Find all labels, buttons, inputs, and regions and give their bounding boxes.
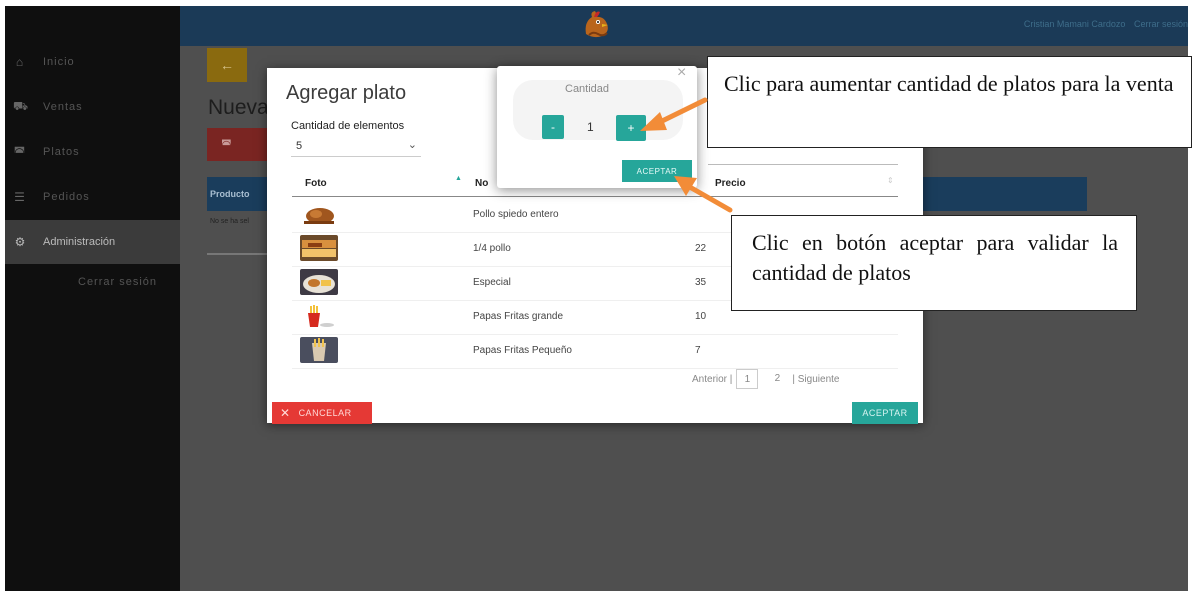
sort-icon: ⇕ [887,176,894,185]
page-size-value: 5 [296,140,303,152]
accept-button[interactable]: ACEPTAR [852,402,918,424]
rooster-logo-icon [585,11,608,38]
sidebar-item-ventas[interactable]: ⛟ Ventas [5,85,180,129]
pager-next[interactable]: | Siguiente [792,374,839,385]
quarter-chicken-thumbnail [300,235,338,261]
add-dish-button[interactable]: ◚ [207,128,273,161]
arrow-left-icon: ← [220,57,234,73]
dish-price: 10 [695,311,707,322]
page-size-select[interactable]: 5 ⌄ [291,136,421,157]
pagination: Anterior | 1 2 | Siguiente [692,368,839,390]
modal-title: Agregar plato [286,82,407,104]
sidebar-item-inicio[interactable]: ⌂ Inicio [5,40,180,84]
empty-table-message: No se ha sel [210,218,249,225]
back-button[interactable]: ← [207,48,247,82]
sidebar-logout-link[interactable]: Cerrar sesión [78,276,157,288]
dish-name: Especial [473,277,511,288]
cart-icon: ⛟ [13,99,30,113]
dish-price: 22 [695,243,707,254]
cancel-button-label: CANCELAR [298,408,352,418]
column-header-price[interactable]: Precio [715,178,746,189]
user-links: Cristian Mamani Cardozo Cerrar sesión [1018,19,1188,29]
divider [708,164,898,165]
sidebar-item-label: Ventas [43,101,83,113]
quantity-accept-button[interactable]: ACEPTAR [622,160,692,182]
callout-increase-quantity: Clic para aumentar cantidad de platos pa… [707,56,1192,148]
list-icon: ☰ [14,190,26,204]
home-icon: ⌂ [15,55,25,69]
dish-price: 35 [695,277,707,288]
column-header-photo[interactable]: Foto [305,178,327,189]
sidebar-item-platos[interactable]: ◚ Platos [5,130,180,174]
quantity-dialog: Cantidad × - 1 + ACEPTAR [497,64,697,188]
dish-name: Papas Fritas Pequeño [473,345,572,356]
sidebar-item-label: Platos [43,146,80,158]
dish-name: 1/4 pollo [473,243,511,254]
page-title: Nueva [208,96,269,119]
sidebar-item-administracion[interactable]: ⚙ Administración [5,220,180,264]
pager-page-2[interactable]: 2 [766,369,788,389]
sort-ascending-icon: ▲ [455,175,462,182]
decrease-quantity-button[interactable]: - [542,115,564,139]
column-header-product: Producto [210,189,250,199]
quantity-value: 1 [587,120,594,134]
divider [207,253,267,255]
quantity-title: Cantidad [565,83,610,95]
callout-accept-quantity: Clic en botón aceptar para validar la ca… [731,215,1137,311]
close-icon: ✕ [280,406,291,420]
admin-icon: ⚙ [14,235,26,249]
close-icon[interactable]: × [677,64,686,82]
increase-quantity-button[interactable]: + [616,115,646,141]
sidebar-item-pedidos[interactable]: ☰ Pedidos [5,175,180,219]
dish-icon: ◚ [221,139,232,151]
roast-chicken-thumbnail [300,201,338,227]
table-row[interactable]: Papas Fritas Pequeño 7 [292,334,898,369]
sidebar: ⌂ Inicio ⛟ Ventas ◚ Platos ☰ Pedidos ⚙ A… [5,6,180,591]
dish-name: Pollo spiedo entero [473,209,559,220]
dish-name: Papas Fritas grande [473,311,564,322]
special-plate-thumbnail [300,269,338,295]
topbar-logout-link[interactable]: Cerrar sesión [1134,19,1188,29]
chevron-down-icon: ⌄ [407,139,417,151]
dish-icon: ◚ [13,145,27,159]
column-header-name[interactable]: No [475,178,488,189]
page-size-label: Cantidad de elementos [291,120,405,132]
cancel-button[interactable]: ✕ CANCELAR [272,402,372,424]
large-fries-thumbnail [300,303,338,329]
sidebar-item-label: Inicio [43,56,75,68]
pager-previous[interactable]: Anterior | [692,374,732,385]
dish-price: 7 [695,345,701,356]
table-header-divider [292,196,898,197]
topbar: Cristian Mamani Cardozo Cerrar sesión [180,6,1188,46]
small-fries-thumbnail [300,337,338,363]
sidebar-item-label: Administración [43,236,116,248]
sidebar-item-label: Pedidos [43,191,90,203]
pager-page-1[interactable]: 1 [736,369,759,389]
user-name: Cristian Mamani Cardozo [1023,19,1126,29]
